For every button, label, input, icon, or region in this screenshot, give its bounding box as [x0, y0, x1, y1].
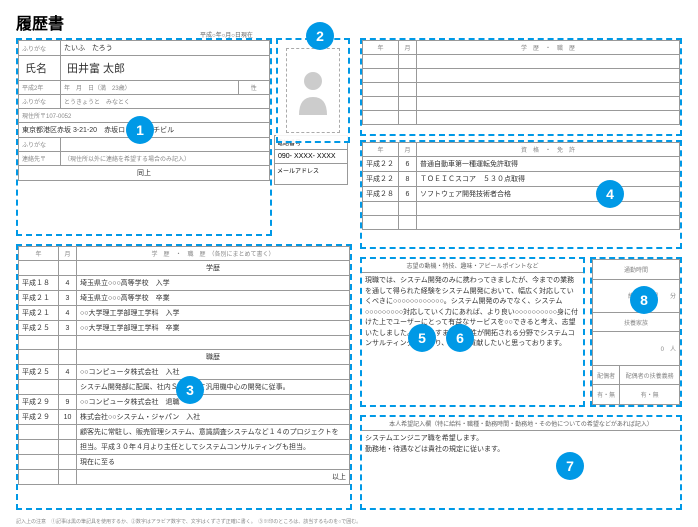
badge-3: 3: [176, 376, 204, 404]
edu-month: 3: [59, 321, 77, 336]
job-text: 顧客先に常駐し、販売管理システム、意識調査システムなど１４のプロジェクトを: [77, 425, 350, 440]
badge-2: 2: [306, 22, 334, 50]
badge-1: 1: [126, 116, 154, 144]
birth-label: 平成2年: [19, 81, 61, 95]
pref-title: 本人希望記入欄（特に給料・職種・勤務時間・勤務地・その他についての希望などがあれ…: [362, 417, 680, 431]
job-year: [19, 440, 59, 455]
job-month: [59, 455, 77, 470]
commute-title: 通勤時間: [593, 260, 680, 280]
pref-body1: システムエンジニア職を希望します。: [365, 434, 677, 445]
job-month: [59, 380, 77, 395]
badge-5: 5: [408, 324, 436, 352]
gakureki-header: 学歴: [77, 261, 350, 276]
edu-text: ○○大学理工学部理工学科 卒業: [77, 321, 350, 336]
job-month: [59, 425, 77, 440]
contact-note: （現住所以外に連絡を希望する場合のみ記入）: [61, 152, 270, 166]
job-year: [19, 380, 59, 395]
col-month: 月: [399, 143, 417, 157]
col-year: 年: [363, 143, 399, 157]
name-label: 氏名: [19, 56, 61, 81]
end-marker: 以上: [77, 470, 350, 485]
job-text: ○○コンピュータ株式会社 退職: [77, 395, 350, 410]
contact-label: 連絡先〒: [19, 152, 61, 166]
furigana-name: たいふ たろう: [61, 41, 270, 56]
job-year: 平成２９: [19, 395, 59, 410]
job-month: 9: [59, 395, 77, 410]
job-text: 現在に至る: [77, 455, 350, 470]
job-month: [59, 440, 77, 455]
col-month: 月: [399, 41, 417, 55]
dependents-label: 扶養家族: [593, 312, 680, 332]
edu-text: ○○大学理工学部理工学科 入学: [77, 306, 350, 321]
job-month: 10: [59, 410, 77, 425]
edu-text: 埼玉県立○○○高等学校 入学: [77, 276, 350, 291]
job-year: 平成２９: [19, 410, 59, 425]
contact-value: 同上: [19, 166, 270, 181]
pref-body2: 勤務地・待遇などは貴社の規定に従います。: [365, 445, 677, 456]
spouse-circle: 有・無: [593, 385, 620, 405]
qual-month: 6: [399, 187, 417, 202]
col-title: 資 格 ・ 免 許: [417, 143, 680, 157]
job-year: [19, 455, 59, 470]
job-text: システム開発部に配属、社内ＳＥとして汎用機中心の開発に従事。: [77, 380, 350, 395]
section-education-career-cont: 年月学 歴 ・ 職 歴: [360, 38, 682, 136]
gender-label: 性: [238, 81, 269, 95]
edu-year: 平成２１: [19, 291, 59, 306]
shokureki-header: 職歴: [77, 350, 350, 365]
job-year: 平成２５: [19, 365, 59, 380]
job-text: 担当。平成３０年４月より主任としてシステムコンサルティングも担当。: [77, 440, 350, 455]
badge-6: 6: [446, 324, 474, 352]
addr-furigana: とうきょうと みなとく: [61, 95, 270, 109]
section-photo: [276, 38, 350, 143]
qual-text: ソフトウェア開発技術者合格: [417, 187, 680, 202]
qual-year: 平成２２: [363, 172, 399, 187]
badge-8: 8: [630, 286, 658, 314]
edu-month: 4: [59, 276, 77, 291]
furigana-label: ふりがな: [19, 41, 61, 56]
addr-furigana-label: ふりがな: [19, 95, 61, 109]
motivation-title: 志望の動機・特技、趣味・アピールポイントなど: [362, 259, 583, 273]
qual-year: 平成２２: [363, 157, 399, 172]
badge-4: 4: [596, 180, 624, 208]
footnote: 記入上の注意 ①記事は黒の筆記具を使用するか、②数字はアラビア数字で、文字はくず…: [16, 518, 361, 525]
phone-value: 090- XXXX- XXXX: [275, 150, 347, 163]
edu-year: 平成２５: [19, 321, 59, 336]
qual-text: 普通自動車第一種運転免許取得: [417, 157, 680, 172]
badge-7: 7: [556, 452, 584, 480]
edu-year: 平成１８: [19, 276, 59, 291]
contact-furigana-label: ふりがな: [19, 138, 61, 152]
section-preferences: 本人希望記入欄（特に給料・職種・勤務時間・勤務地・その他についての希望などがあれ…: [360, 415, 682, 510]
qual-month: 8: [399, 172, 417, 187]
col-year: 年: [19, 247, 59, 261]
section-qualifications: 年月資 格 ・ 免 許 平成２２6普通自動車第一種運転免許取得 平成２２8ＴＯＥ…: [360, 140, 682, 249]
qual-year: 平成２８: [363, 187, 399, 202]
spouse-support-label: 配偶者の扶養義務: [620, 365, 680, 385]
job-text: ○○コンピュータ株式会社 入社: [77, 365, 350, 380]
dependents-val: 0 人: [593, 332, 680, 365]
section-commute: 通勤時間 約 時間 分 扶養家族 0 人 配偶者配偶者の扶養義務 有・無有・無: [590, 257, 682, 407]
job-year: [19, 425, 59, 440]
spouse-support-circle: 有・無: [620, 385, 680, 405]
edu-text: 埼玉県立○○○高等学校 卒業: [77, 291, 350, 306]
document-title: 履歴書: [16, 10, 64, 34]
name-value: 田井富 太郎: [61, 56, 270, 81]
edu-month: 4: [59, 306, 77, 321]
email-label: メールアドレス: [275, 163, 347, 177]
col-month: 月: [59, 247, 77, 261]
birth-detail: 年 月 日（満 23歳）: [61, 81, 239, 95]
edu-year: 平成２１: [19, 306, 59, 321]
job-month: 4: [59, 365, 77, 380]
qual-text: ＴＯＥＩＣスコア ５３０点取得: [417, 172, 680, 187]
qual-month: 6: [399, 157, 417, 172]
col-year: 年: [363, 41, 399, 55]
job-text: 株式会社○○システム・ジャパン 入社: [77, 410, 350, 425]
spouse-label: 配偶者: [593, 365, 620, 385]
col-title: 学 歴 ・ 職 歴: [417, 41, 680, 55]
edu-month: 3: [59, 291, 77, 306]
col-title: 学 歴 ・ 職 歴 （各別にまとめて書く）: [77, 247, 350, 261]
person-silhouette-icon: [295, 67, 331, 115]
